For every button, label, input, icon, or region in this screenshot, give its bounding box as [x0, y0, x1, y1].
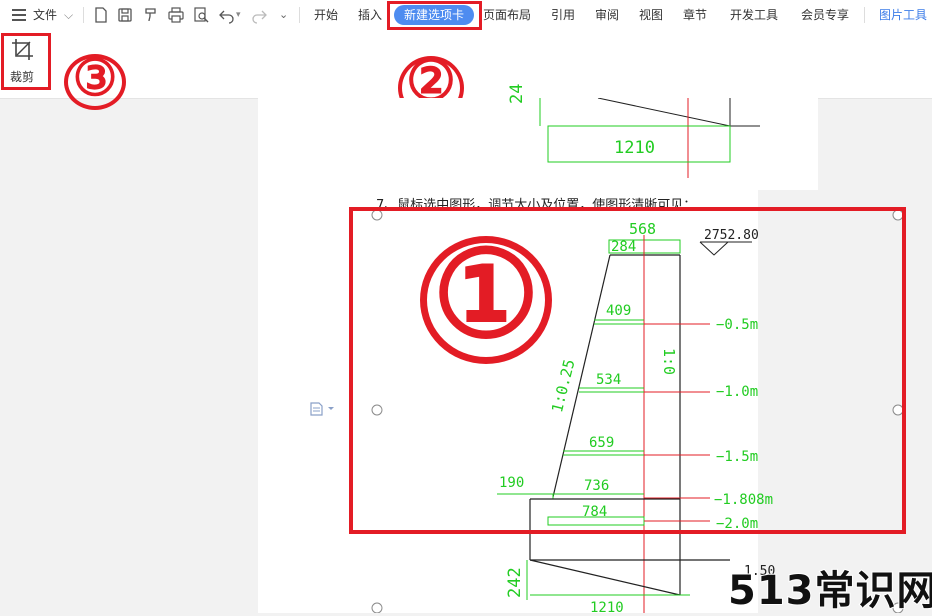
tab-home[interactable]: 开始	[314, 0, 338, 30]
tab-page-layout[interactable]: 页面布局	[483, 0, 531, 30]
tab-picture-tools[interactable]: 图片工具	[879, 0, 927, 30]
tab-chapter[interactable]: 章节	[683, 0, 707, 30]
save-icon[interactable]	[116, 6, 134, 24]
annotation-number-three: ③	[72, 48, 118, 107]
toolbar-divider	[299, 7, 300, 23]
crop-button[interactable]: 裁剪	[6, 36, 44, 84]
base-bottom-height-label: 242	[505, 567, 525, 598]
tab-references[interactable]: 引用	[551, 0, 575, 30]
base-top-width-label: 1210	[614, 138, 655, 158]
toolbar-divider	[83, 7, 84, 23]
tab-new-tab-label: 新建选项卡	[403, 8, 464, 22]
tab-developer[interactable]: 开发工具	[730, 0, 778, 30]
ribbon-panel: 裁剪 ③	[0, 30, 932, 110]
layout-options-icon[interactable]	[310, 402, 336, 416]
new-document-icon[interactable]	[92, 6, 110, 24]
base-bottom-width-label: 1210	[590, 600, 624, 616]
format-painter-icon[interactable]	[142, 6, 160, 24]
tab-member[interactable]: 会员专享	[801, 0, 849, 30]
redo-icon[interactable]	[250, 6, 268, 24]
crop-label: 裁剪	[10, 70, 35, 84]
print-preview-icon[interactable]	[192, 6, 210, 24]
undo-dropdown-icon[interactable]: ▾	[236, 0, 241, 30]
main-toolbar: 文件 ⌵ ▾ ⌄ 开始 插入 新建选项卡 页面布局 引用 审阅 视图 章节 开发…	[0, 0, 932, 30]
annotation-number-one: ①	[432, 224, 540, 365]
menu-icon[interactable]	[12, 9, 26, 21]
resize-handle[interactable]	[371, 602, 383, 613]
tab-review[interactable]: 审阅	[595, 0, 619, 30]
toolbar-divider	[864, 7, 865, 23]
chevron-down-icon[interactable]: ⌵	[64, 0, 73, 30]
base-top-height-label: 24	[507, 83, 527, 104]
tab-view[interactable]: 视图	[639, 0, 663, 30]
tab-insert[interactable]: 插入	[358, 0, 382, 30]
crop-icon	[12, 39, 33, 60]
quick-access-more-icon[interactable]: ⌄	[279, 0, 288, 30]
tab-new-tab[interactable]: 新建选项卡	[394, 5, 474, 25]
undo-icon[interactable]	[218, 6, 236, 24]
file-menu[interactable]: 文件	[33, 0, 57, 30]
print-icon[interactable]	[167, 6, 185, 24]
watermark-text: 513常识网	[727, 567, 932, 615]
